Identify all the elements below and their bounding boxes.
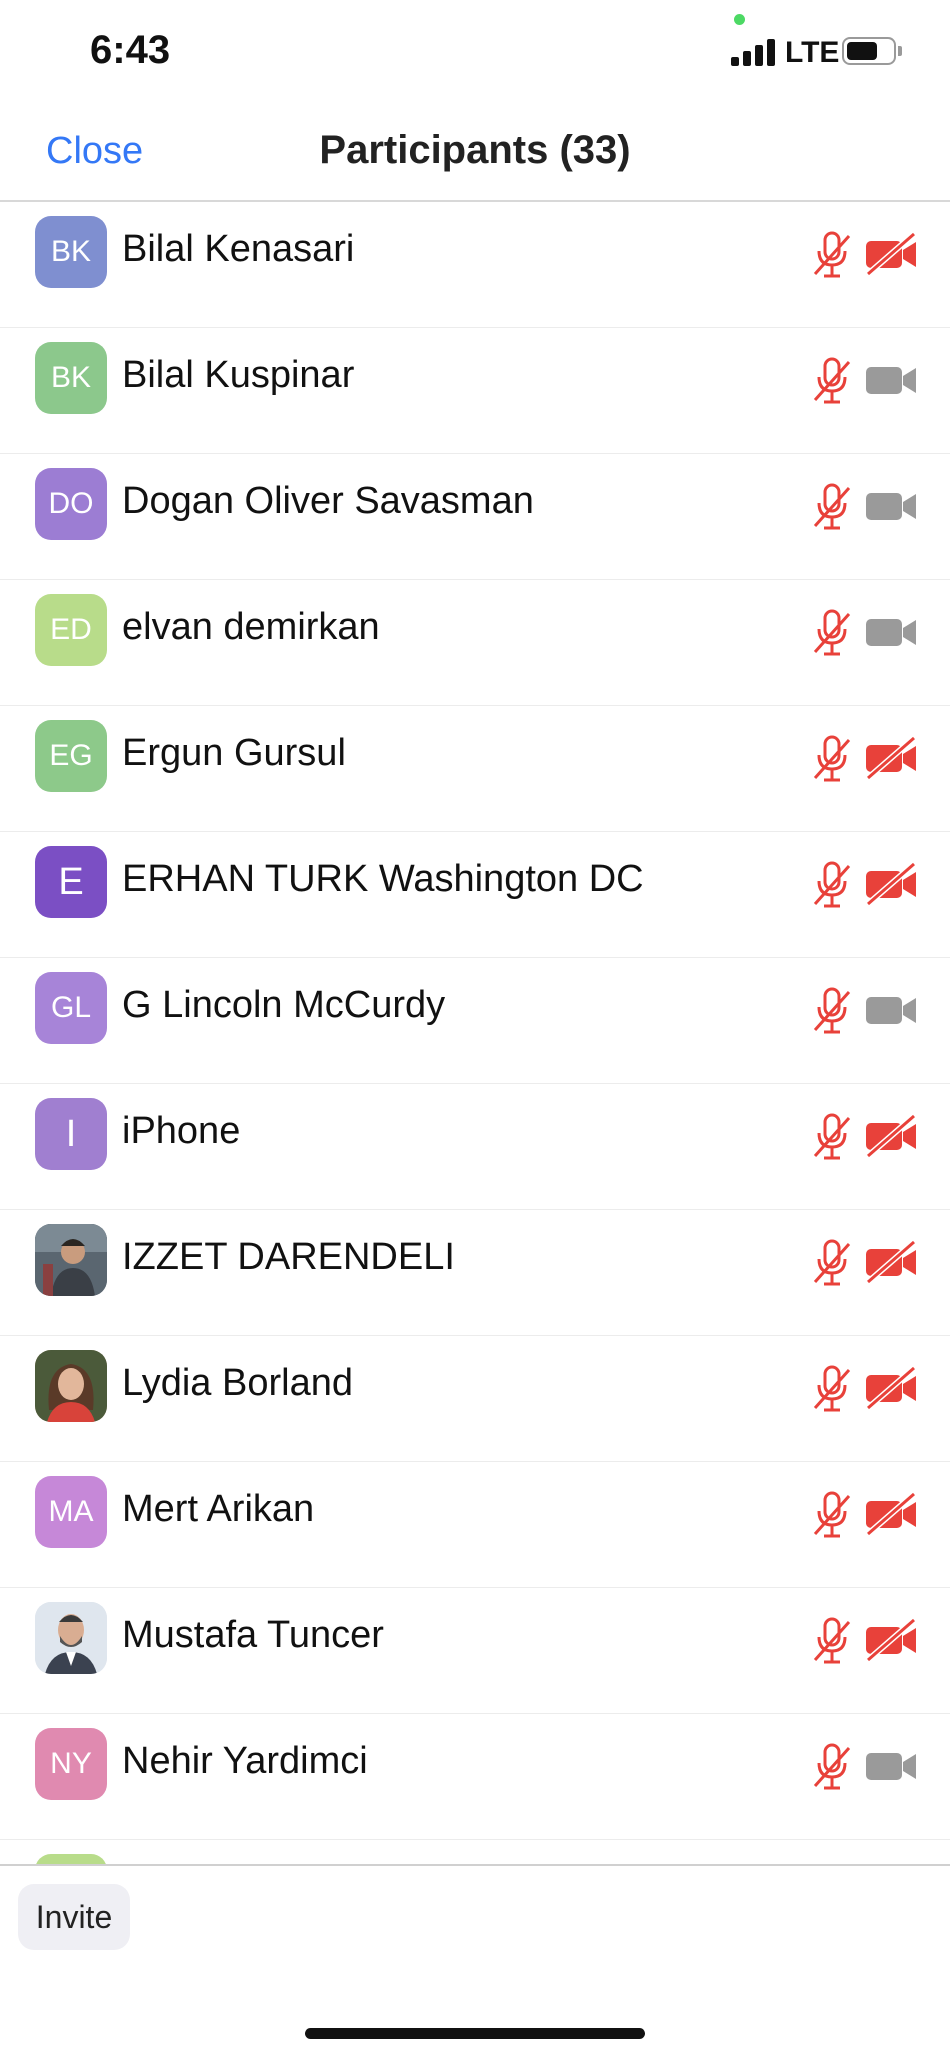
participant-avatar: ED — [35, 594, 107, 666]
participant-avatar: BK — [35, 216, 107, 288]
participant-row[interactable]: EG Ergun Gursul — [0, 706, 950, 832]
status-time: 6:43 — [90, 28, 171, 72]
participant-avatar: GL — [35, 972, 107, 1044]
mic-muted-icon[interactable] — [810, 230, 854, 280]
participant-name: G Lincoln McCurdy — [122, 984, 446, 1026]
participant-row[interactable] — [0, 1840, 950, 1864]
avatar-initials: NY — [50, 1747, 92, 1780]
mic-muted-icon[interactable] — [810, 860, 854, 910]
participant-name: Bilal Kenasari — [122, 228, 355, 270]
video-camera-icon[interactable] — [864, 610, 920, 654]
participant-row[interactable]: Lydia Borland — [0, 1336, 950, 1462]
avatar-initials: ED — [50, 613, 92, 646]
video-camera-icon[interactable] — [864, 1744, 920, 1788]
participant-row[interactable]: IZZET DARENDELI — [0, 1210, 950, 1336]
mic-muted-icon[interactable] — [810, 1742, 854, 1792]
avatar-initials: EG — [49, 739, 93, 772]
page-title: Participants (33) — [319, 128, 631, 172]
avatar-initials: E — [58, 860, 84, 903]
participant-avatar: DO — [35, 468, 107, 540]
participant-name: Mustafa Tuncer — [122, 1614, 384, 1656]
mic-muted-icon[interactable] — [810, 482, 854, 532]
participant-avatar — [35, 1602, 107, 1674]
participant-row[interactable]: NY Nehir Yardimci — [0, 1714, 950, 1840]
avatar-initials: DO — [48, 487, 94, 520]
participant-avatar — [35, 1854, 107, 1864]
participant-avatar: EG — [35, 720, 107, 792]
participant-name: Lydia Borland — [122, 1362, 353, 1404]
mic-muted-icon[interactable] — [810, 1238, 854, 1288]
participant-row[interactable]: E ERHAN TURK Washington DC — [0, 832, 950, 958]
participant-name: Bilal Kuspinar — [122, 354, 355, 396]
participant-name: iPhone — [122, 1110, 241, 1152]
video-off-icon[interactable] — [864, 1113, 920, 1159]
participant-avatar: BK — [35, 342, 107, 414]
header: Close Participants (33) — [0, 100, 950, 202]
video-camera-icon[interactable] — [864, 484, 920, 528]
participant-list[interactable]: BK Bilal Kenasari BK Bilal Kuspinar DO Dogan … — [0, 202, 950, 1864]
participant-row[interactable]: IiPhone — [0, 1084, 950, 1210]
participant-name: ERHAN TURK Washington DC — [122, 858, 644, 900]
participant-avatar — [35, 1350, 107, 1422]
status-bar: 6:43 LTE — [0, 0, 950, 100]
mic-muted-icon[interactable] — [810, 1112, 854, 1162]
participants-screen: 6:43 LTE Close Participants (33) BK Bilal… — [0, 0, 950, 2056]
participant-name: Mert Arikan — [122, 1488, 315, 1530]
video-off-icon[interactable] — [864, 1365, 920, 1411]
participant-row[interactable]: GL G Lincoln McCurdy — [0, 958, 950, 1084]
participant-row[interactable]: BK Bilal Kuspinar — [0, 328, 950, 454]
avatar-initials: BK — [50, 235, 92, 268]
video-camera-icon[interactable] — [864, 988, 920, 1032]
home-indicator — [305, 2028, 645, 2039]
avatar-initials: BK — [50, 361, 92, 394]
mic-muted-icon[interactable] — [810, 1616, 854, 1666]
participant-row[interactable]: DO Dogan Oliver Savasman — [0, 454, 950, 580]
cellular-signal-icon — [731, 38, 775, 66]
participant-name: Dogan Oliver Savasman — [122, 480, 534, 522]
participant-name: Ergun Gursul — [122, 732, 346, 774]
network-type: LTE — [785, 36, 840, 69]
participant-row[interactable]: ED elvan demirkan — [0, 580, 950, 706]
footer: Invite — [0, 1864, 950, 2056]
participant-avatar: NY — [35, 1728, 107, 1800]
mic-muted-icon[interactable] — [810, 356, 854, 406]
participant-avatar: I — [35, 1098, 107, 1170]
participant-row[interactable]: MA Mert Arikan — [0, 1462, 950, 1588]
participant-avatar: MA — [35, 1476, 107, 1548]
video-off-icon[interactable] — [864, 1617, 920, 1663]
video-off-icon[interactable] — [864, 735, 920, 781]
mic-muted-icon[interactable] — [810, 986, 854, 1036]
avatar-initials: GL — [50, 991, 92, 1024]
participant-row[interactable]: BK Bilal Kenasari — [0, 202, 950, 328]
mic-muted-icon[interactable] — [810, 1490, 854, 1540]
invite-button[interactable]: Invite — [18, 1884, 130, 1950]
battery-icon — [842, 37, 896, 65]
video-off-icon[interactable] — [864, 1491, 920, 1537]
avatar-initials: MA — [48, 1495, 94, 1528]
video-off-icon[interactable] — [864, 1239, 920, 1285]
video-off-icon[interactable] — [864, 861, 920, 907]
participant-avatar — [35, 1224, 107, 1296]
participant-row[interactable]: Mustafa Tuncer — [0, 1588, 950, 1714]
video-camera-icon[interactable] — [864, 358, 920, 402]
participant-name: Nehir Yardimci — [122, 1740, 368, 1782]
camera-in-use-indicator — [734, 14, 745, 25]
participant-avatar: E — [35, 846, 107, 918]
mic-muted-icon[interactable] — [810, 734, 854, 784]
avatar-initials: I — [65, 1112, 77, 1155]
participant-name: IZZET DARENDELI — [122, 1236, 455, 1278]
mic-muted-icon[interactable] — [810, 1364, 854, 1414]
battery-tip — [898, 46, 902, 56]
participant-name: elvan demirkan — [122, 606, 380, 648]
mic-muted-icon[interactable] — [810, 608, 854, 658]
video-off-icon[interactable] — [864, 231, 920, 277]
